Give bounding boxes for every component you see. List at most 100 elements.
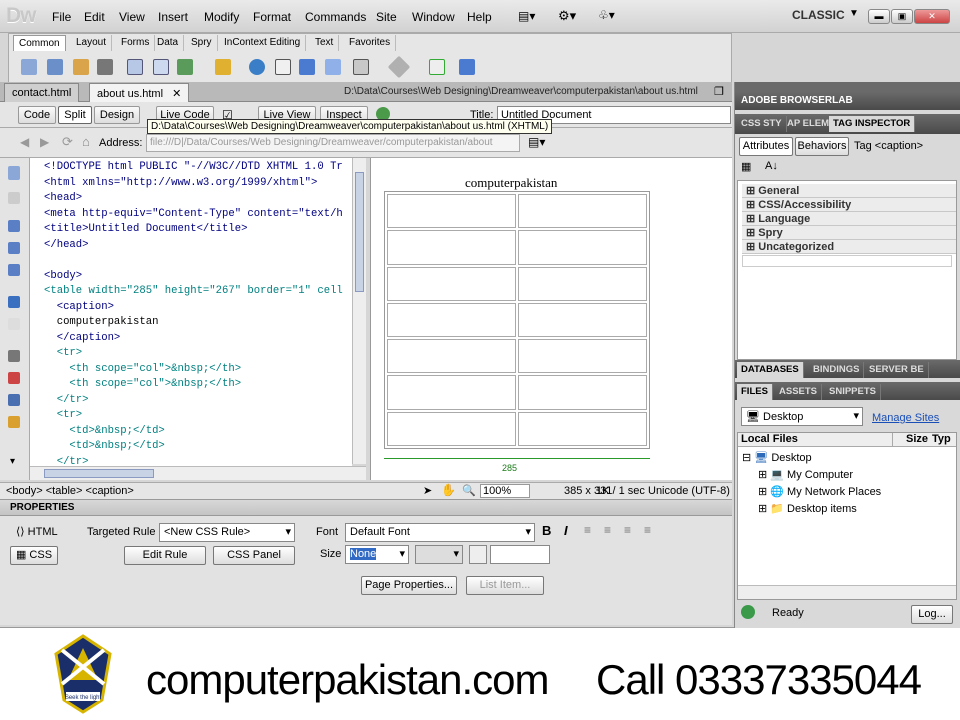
table-caption[interactable]: computerpakistan [465,175,557,191]
code-vertical-scrollbar[interactable] [352,158,366,464]
split-view-button[interactable]: Split [58,106,92,124]
menu-edit[interactable]: Edit [84,10,105,24]
menu-view[interactable]: View [119,10,145,24]
tab-common[interactable]: Common [13,35,66,51]
tab-spry[interactable]: Spry [186,35,218,51]
tab-favorites[interactable]: Favorites [344,35,397,51]
category-view-icon[interactable]: ▦ [741,160,751,173]
collapse-selection-icon[interactable] [8,242,20,254]
attributes-list[interactable]: ⊞ General ⊞ CSS/Accessibility ⊞ Language… [737,180,957,360]
type-column[interactable]: Typ [932,433,951,445]
tab-snippets[interactable]: SNIPPETS [825,384,881,400]
tab-tag-inspector[interactable]: TAG INSPECTOR [829,116,916,132]
font-select[interactable]: Default Font [345,523,535,542]
files-horizontal-scrollbar[interactable] [738,585,956,599]
code-view[interactable]: <!DOCTYPE html PUBLIC "-//W3C//DTD XHTML… [30,158,352,466]
table-cell[interactable] [518,375,647,410]
pointer-icon[interactable]: ➤ [423,484,432,497]
tree-item-my-computer[interactable]: ⊞ 💻 My Computer [758,468,853,481]
view-options-icon[interactable]: ▤▾ [528,135,545,149]
browserlab-panel-header[interactable]: ADOBE BROWSERLAB [735,92,960,110]
files-list[interactable]: Local Files Size Typ ⊟ 🖥 Desktop ⊞ 💻 My … [737,432,957,600]
back-icon[interactable]: ◀ [20,135,29,149]
behaviors-tab[interactable]: Behaviors [795,137,849,156]
email-link-icon[interactable] [47,59,63,75]
zoom-icon[interactable]: 🔍 [462,484,476,497]
menu-file[interactable]: File [52,10,71,24]
tab-server-behaviors[interactable]: SERVER BE [865,362,929,378]
extend-gear-icon[interactable]: ⚙▾ [558,8,576,24]
table-cell[interactable] [387,194,516,229]
category-spry[interactable]: ⊞ Spry [742,226,956,240]
tab-files[interactable]: FILES [737,384,773,400]
properties-header[interactable]: PROPERTIES [0,500,732,516]
design-view-button[interactable]: Design [94,106,140,124]
show-code-navigator-icon[interactable] [8,192,20,204]
maximize-button[interactable]: ▣ [891,9,913,24]
word-wrap-icon[interactable] [8,394,20,406]
media-icon[interactable] [215,59,231,75]
address-input[interactable]: file:///D|/Data/Courses/Web Designing/Dr… [146,134,520,152]
tree-item-desktop[interactable]: ⊟ 🖥 Desktop [742,451,812,464]
scroll-thumb[interactable] [355,172,364,292]
log-button[interactable]: Log... [911,605,953,624]
table-cell[interactable] [387,266,516,301]
edit-rule-button[interactable]: Edit Rule [124,546,206,565]
local-files-column[interactable]: Local Files [741,433,798,445]
targeted-rule-select[interactable]: <New CSS Rule> [159,523,295,542]
color-input[interactable] [490,545,550,564]
tab-contact-html[interactable]: contact.html [4,83,80,102]
tab-ap-elements[interactable]: AP ELEM [783,116,835,132]
html-mode-button[interactable]: ⟨⟩ HTML [16,525,58,538]
tag-selector[interactable]: <body> <table> <caption> [6,485,134,497]
table-cell[interactable] [387,230,516,265]
css-panel-button[interactable]: CSS Panel [213,546,295,565]
tab-forms[interactable]: Forms [116,35,156,51]
code-view-button[interactable]: Code [18,106,56,124]
category-css-accessibility[interactable]: ⊞ CSS/Accessibility [742,198,956,212]
color-picker[interactable] [469,545,487,564]
align-center-icon[interactable]: ≡ [604,523,611,537]
page-properties-button[interactable]: Page Properties... [361,576,457,595]
minimize-button[interactable]: ▬ [868,9,890,24]
comment-icon[interactable] [325,59,341,75]
tag-chooser-icon[interactable] [459,59,475,75]
tab-data[interactable]: Data [152,35,185,51]
syntax-coloring-icon[interactable] [8,416,20,428]
menu-help[interactable]: Help [467,10,492,24]
tab-assets[interactable]: ASSETS [775,384,823,400]
table-icon[interactable] [127,59,143,75]
menu-format[interactable]: Format [253,10,291,24]
widget-icon[interactable] [249,59,265,75]
balance-braces-icon[interactable] [8,318,20,330]
table-cell[interactable] [387,375,516,410]
category-uncategorized[interactable]: ⊞ Uncategorized [742,240,956,254]
forward-icon[interactable]: ▶ [40,135,49,149]
restore-icon[interactable]: ❐ [714,85,724,98]
templates-icon[interactable] [429,59,445,75]
scroll-thumb[interactable] [44,469,154,478]
select-parent-tag-icon[interactable] [8,296,20,308]
chevron-down-icon[interactable]: ▼ [849,8,859,19]
hand-icon[interactable]: ✋ [441,483,456,497]
italic-button[interactable]: I [564,523,568,538]
more-icon[interactable]: ▾ [10,456,15,467]
site-icon[interactable]: ♧▾ [598,8,615,22]
tab-about-us-html[interactable]: about us.html ✕ [89,83,190,102]
site-select[interactable]: 🖥 Desktop [741,407,863,426]
css-mode-button[interactable]: ▦ CSS [10,546,58,565]
collapse-tag-icon[interactable] [8,220,20,232]
tab-css-styles[interactable]: CSS STY [737,116,787,132]
image-icon[interactable] [177,59,193,75]
align-right-icon[interactable]: ≡ [624,523,631,537]
design-view[interactable]: computerpakistan 285 [370,158,732,480]
tree-item-my-network-places[interactable]: ⊞ 🌐 My Network Places [758,485,881,498]
tab-layout[interactable]: Layout [71,35,113,51]
tab-databases[interactable]: DATABASES [737,362,804,378]
table-cell[interactable] [387,411,516,446]
attributes-tab[interactable]: Attributes [739,137,793,156]
layout-icon[interactable]: ▤▾ [518,9,535,23]
size-unit-select[interactable] [415,545,463,564]
refresh-icon[interactable]: ⟳ [62,134,73,150]
named-anchor-icon[interactable] [73,59,89,75]
